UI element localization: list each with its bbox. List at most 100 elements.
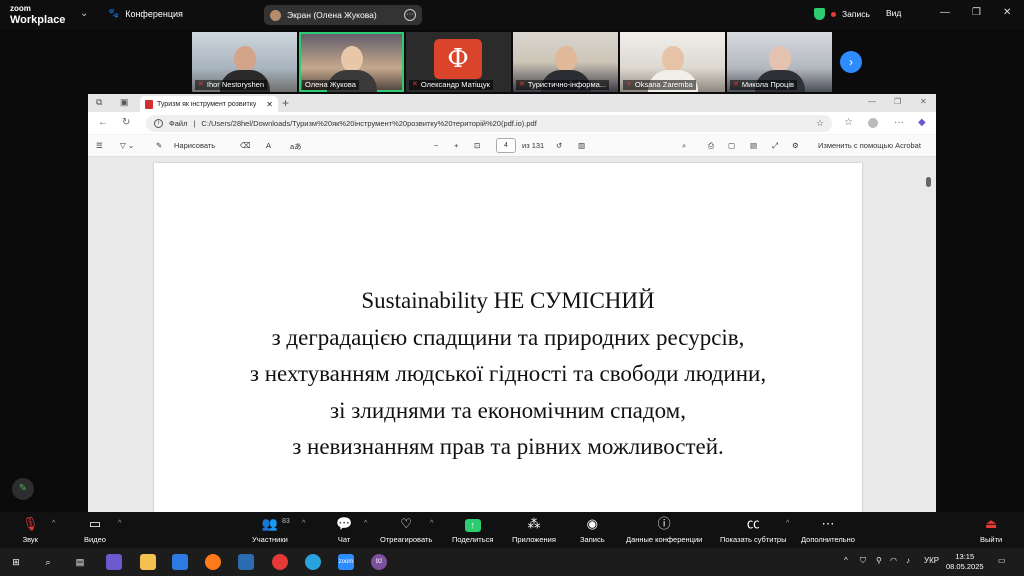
notification-icon[interactable]: ▭ <box>998 556 1006 565</box>
profile-avatar[interactable] <box>868 118 878 128</box>
zoom-app-icon[interactable]: zoom <box>338 554 354 570</box>
search-icon[interactable]: ⌕ <box>682 141 686 151</box>
meeting-controls: 🎙 Звук ^ ▭ Видео ^ 👥 83 Участники ^ 💬 Ча… <box>0 512 1024 548</box>
annotate-pen-icon[interactable]: ✎ <box>12 478 34 500</box>
recording-indicator[interactable]: Запись <box>814 8 870 20</box>
participants-button[interactable]: 👥 83 Участники <box>252 516 290 544</box>
save-as-icon[interactable]: ▤ <box>750 141 757 150</box>
record-dot-icon <box>831 11 836 17</box>
chat-options-caret-icon[interactable]: ^ <box>364 520 367 527</box>
apps-button[interactable]: ⁂ Приложения <box>512 516 556 544</box>
participant-tile[interactable]: ✕ Oksana Zaremba <box>620 32 725 92</box>
view-button[interactable]: Вид <box>886 8 901 18</box>
edit-with-acrobat-button[interactable]: Изменить с помощью Acrobat <box>818 141 921 150</box>
highlight-icon[interactable]: ▽ ⌄ <box>120 141 134 150</box>
rotate-icon[interactable]: ↺ <box>556 141 562 150</box>
close-tab-icon[interactable]: ✕ <box>266 100 273 109</box>
store-icon[interactable] <box>172 554 188 570</box>
telegram-icon[interactable] <box>305 554 321 570</box>
video-button[interactable]: ▭ Видео <box>84 516 106 544</box>
close-icon[interactable]: ✕ <box>1003 7 1011 18</box>
zoom-out-icon[interactable]: − <box>434 141 438 150</box>
participant-tile[interactable]: Ф ✕ Олександр Матіщук <box>406 32 511 92</box>
share-button[interactable]: ↑ Поделиться <box>452 516 493 544</box>
scrollbar[interactable] <box>926 173 932 512</box>
more-icon[interactable]: ··· <box>894 117 904 128</box>
chrome-icon[interactable] <box>272 554 288 570</box>
volume-icon[interactable]: ♪ <box>906 556 910 565</box>
tray-app-icon[interactable]: ⚲ <box>876 556 882 565</box>
audio-button[interactable]: 🎙 Звук <box>22 516 39 544</box>
shield-tray-icon[interactable]: ⛉ <box>860 556 866 566</box>
restore-icon[interactable]: ❐ <box>972 7 981 18</box>
video-options-caret-icon[interactable]: ^ <box>118 520 121 527</box>
address-bar[interactable]: i Файл | C:/Users/28hel/Downloads/Туризм… <box>146 115 832 132</box>
screen: zoom Workplace ⌄ 🐾 Конференция Экран (Ол… <box>0 0 1024 576</box>
screen-share-indicator[interactable]: Экран (Олена Жукова) ··· <box>264 5 422 25</box>
chat-button[interactable]: 💬 Чат <box>336 516 352 544</box>
disk-app-icon[interactable] <box>238 554 254 570</box>
record-button[interactable]: ◉ Запись <box>580 516 605 544</box>
minimize-icon[interactable]: — <box>940 7 950 18</box>
contents-icon[interactable]: ☰ <box>96 141 103 150</box>
slide-line: зі злиднями та економічним спадом, <box>330 397 686 423</box>
participant-tile[interactable]: ✕ Микола Проців <box>727 32 832 92</box>
meeting-menu[interactable]: 🐾 Конференция <box>108 8 183 19</box>
more-button[interactable]: ⋯ Дополнительно <box>801 516 855 544</box>
settings-icon[interactable]: ⚙ <box>792 141 799 150</box>
mic-off-icon: ✕ <box>519 81 525 88</box>
close-icon[interactable]: ✕ <box>920 97 927 106</box>
captions-button[interactable]: ㏄ Показать субтитры <box>720 516 786 544</box>
react-options-caret-icon[interactable]: ^ <box>430 520 433 527</box>
restore-icon[interactable]: ❐ <box>894 97 901 106</box>
draw-icon[interactable]: ✎ <box>156 141 162 150</box>
pdf-viewer[interactable]: Sustainability НЕ СУМІСНИЙ з деградацією… <box>88 157 936 512</box>
windows-start-icon[interactable]: ⊞ <box>8 554 24 570</box>
text-icon[interactable]: A <box>266 141 271 150</box>
search-icon[interactable]: ⌕ <box>40 554 56 570</box>
zoom-in-icon[interactable]: + <box>454 141 458 150</box>
workspaces-icon[interactable]: ⧉ <box>96 97 102 108</box>
file-explorer-icon[interactable] <box>140 554 156 570</box>
print-icon[interactable]: ⎙ <box>708 141 714 151</box>
participants-options-caret-icon[interactable]: ^ <box>302 520 305 527</box>
meeting-info-button[interactable]: ⓘ Данные конференции <box>626 516 702 544</box>
react-button[interactable]: ♡ Отреагировать <box>380 516 432 544</box>
draw-button[interactable]: Нарисовать <box>174 141 215 150</box>
tab-pdf[interactable]: Туризм як інструмент розвитку ✕ <box>140 96 278 112</box>
audio-options-caret-icon[interactable]: ^ <box>52 520 55 527</box>
participant-tile-active-speaker[interactable]: Олена Жукова <box>299 32 404 92</box>
clock[interactable]: 13:15 08.05.2025 <box>946 552 984 572</box>
firefox-icon[interactable] <box>205 554 221 570</box>
scrollbar-thumb[interactable] <box>926 177 931 187</box>
back-icon[interactable]: ← <box>98 117 108 128</box>
wifi-icon[interactable]: ◠ <box>890 556 897 565</box>
minimize-icon[interactable]: — <box>868 97 876 106</box>
participant-tile[interactable]: ✕ Ihor Nestoryshen <box>192 32 297 92</box>
page-number-input[interactable]: 4 <box>496 138 516 153</box>
task-view-icon[interactable]: ▤ <box>72 554 88 570</box>
participant-tile[interactable]: ✕ Туристично-інформа... <box>513 32 618 92</box>
show-hidden-icons[interactable]: ^ <box>844 556 848 565</box>
fullscreen-icon[interactable]: ⤢ <box>772 141 778 151</box>
tab-actions-icon[interactable]: ▣ <box>120 97 129 108</box>
fit-page-icon[interactable]: ⊡ <box>474 141 480 150</box>
favorites-icon[interactable]: ☆ <box>844 117 853 128</box>
refresh-icon[interactable]: ↻ <box>122 117 130 128</box>
chevron-down-icon[interactable]: ⌄ <box>80 8 88 19</box>
viber-icon[interactable]: 92 <box>371 554 387 570</box>
page-view-icon[interactable]: ▥ <box>578 141 585 150</box>
more-options-icon[interactable]: ··· <box>404 9 416 21</box>
eraser-icon[interactable]: ⌫ <box>240 141 251 150</box>
copilot-icon[interactable]: ◆ <box>918 117 926 128</box>
read-aloud-icon[interactable]: aあ <box>290 141 302 152</box>
participant-strip: ✕ Ihor Nestoryshen Олена Жукова Ф ✕ Олекса… <box>192 32 832 92</box>
new-tab-icon[interactable]: + <box>282 96 289 110</box>
captions-options-caret-icon[interactable]: ^ <box>786 520 789 527</box>
next-participants-button[interactable]: › <box>840 51 862 73</box>
language-indicator[interactable]: УКР <box>924 556 939 565</box>
leave-button[interactable]: ⏏ Выйти <box>980 516 1002 544</box>
save-icon[interactable]: ▢ <box>728 141 735 150</box>
copilot-app-icon[interactable] <box>106 554 122 570</box>
favorite-star-icon[interactable]: ☆ <box>816 118 824 129</box>
